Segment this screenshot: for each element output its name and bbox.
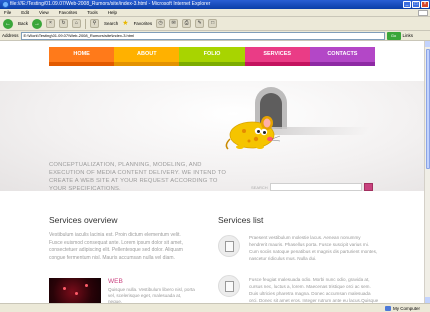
forward-arrow-icon[interactable]: → bbox=[32, 18, 43, 29]
minimize-button[interactable]: _ bbox=[403, 1, 411, 8]
status-bar: My Computer bbox=[0, 303, 430, 312]
history-icon[interactable]: ◷ bbox=[156, 19, 166, 28]
services-list-item: Praesent vestibulum molestie lacus. Aene… bbox=[249, 235, 378, 261]
menu-edit[interactable]: Edit bbox=[21, 9, 29, 16]
home-icon[interactable]: ⌂ bbox=[72, 19, 82, 28]
favorites-button-label[interactable]: Favorites bbox=[134, 21, 153, 26]
edit-icon[interactable]: ✎ bbox=[195, 19, 205, 28]
page-viewport: HOME ABOUT FOLIO SERVICES CONTACTS CONCE… bbox=[0, 41, 424, 303]
hero-tagline: CONCEPTUALIZATION, PLANNING, MODELING, A… bbox=[49, 162, 227, 192]
window-title: file:///E:/Testing/01.09.07/Web-2008_Rum… bbox=[10, 1, 211, 7]
toolbar: ← Back → × ↻ ⌂ ⚲ Search ★ Favorites ◷ ✉ … bbox=[0, 17, 430, 31]
window-controls: _ □ × bbox=[403, 1, 429, 8]
search-button-label[interactable]: Search bbox=[104, 21, 118, 26]
menu-favorites[interactable]: Favorites bbox=[59, 9, 78, 16]
print-icon[interactable]: ⎙ bbox=[182, 19, 192, 28]
refresh-icon[interactable]: ↻ bbox=[59, 19, 69, 28]
computer-icon bbox=[384, 306, 391, 311]
menu-tools[interactable]: Tools bbox=[87, 9, 98, 16]
services-list-item: Fusce feugiat malesuada odio. Morbi nunc… bbox=[249, 277, 379, 303]
mail-icon[interactable]: ✉ bbox=[169, 19, 179, 28]
nav-services[interactable]: SERVICES bbox=[244, 47, 310, 66]
favorites-star-icon[interactable]: ★ bbox=[122, 19, 128, 28]
menu-file[interactable]: File bbox=[4, 9, 11, 16]
site-navigation: HOME ABOUT FOLIO SERVICES CONTACTS bbox=[49, 47, 376, 66]
search-label: SEARCH bbox=[251, 185, 268, 190]
nav-folio[interactable]: FOLIO bbox=[179, 47, 245, 66]
go-button[interactable]: Go bbox=[386, 31, 401, 40]
nav-about[interactable]: ABOUT bbox=[114, 47, 180, 66]
back-button-label[interactable]: Back bbox=[18, 21, 28, 26]
services-overview-text: Vestibulum iaculis lacinia est. Proin di… bbox=[49, 232, 183, 261]
address-label: Address bbox=[2, 33, 19, 38]
window-title-bar: file:///E:/Testing/01.09.07/Web-2008_Rum… bbox=[0, 0, 430, 9]
document-icon bbox=[218, 275, 240, 297]
menu-bar: File Edit View Favorites Tools Help bbox=[0, 9, 430, 17]
stop-icon[interactable]: × bbox=[46, 19, 56, 28]
nav-contacts[interactable]: CONTACTS bbox=[309, 47, 376, 66]
scroll-up-arrow-icon[interactable] bbox=[425, 41, 430, 47]
services-overview-heading: Services overview bbox=[49, 215, 118, 225]
nav-home[interactable]: HOME bbox=[49, 47, 115, 66]
zone-label: My Computer bbox=[392, 306, 420, 311]
web-service-title[interactable]: WEB bbox=[108, 278, 123, 285]
toolbar-separator bbox=[85, 18, 87, 29]
services-list-heading: Services list bbox=[218, 215, 264, 225]
menu-help[interactable]: Help bbox=[108, 9, 117, 16]
site-search-button[interactable] bbox=[364, 183, 373, 191]
address-bar: Address E:\Work\Testing\01.09.07\Web-200… bbox=[0, 31, 430, 41]
back-arrow-icon[interactable]: ← bbox=[3, 18, 13, 29]
menu-view[interactable]: View bbox=[39, 9, 49, 16]
address-input[interactable]: E:\Work\Testing\01.09.07\Web-2008_Rumors… bbox=[20, 31, 385, 40]
search-icon[interactable]: ⚲ bbox=[90, 19, 100, 28]
ie-icon bbox=[2, 1, 9, 8]
document-icon bbox=[218, 235, 240, 257]
windows-logo-icon bbox=[418, 10, 428, 16]
security-zone: My Computer bbox=[384, 304, 420, 312]
site-search-input[interactable] bbox=[270, 183, 362, 191]
cartoon-mouse-mascot bbox=[225, 116, 281, 150]
maximize-button[interactable]: □ bbox=[412, 1, 420, 8]
vertical-scrollbar[interactable] bbox=[424, 41, 430, 303]
scrollbar-thumb[interactable] bbox=[426, 49, 430, 169]
folder-icon[interactable]: □ bbox=[208, 19, 218, 28]
links-label[interactable]: Links bbox=[403, 33, 414, 38]
close-button[interactable]: × bbox=[421, 1, 429, 8]
web-service-thumbnail[interactable] bbox=[49, 278, 101, 304]
